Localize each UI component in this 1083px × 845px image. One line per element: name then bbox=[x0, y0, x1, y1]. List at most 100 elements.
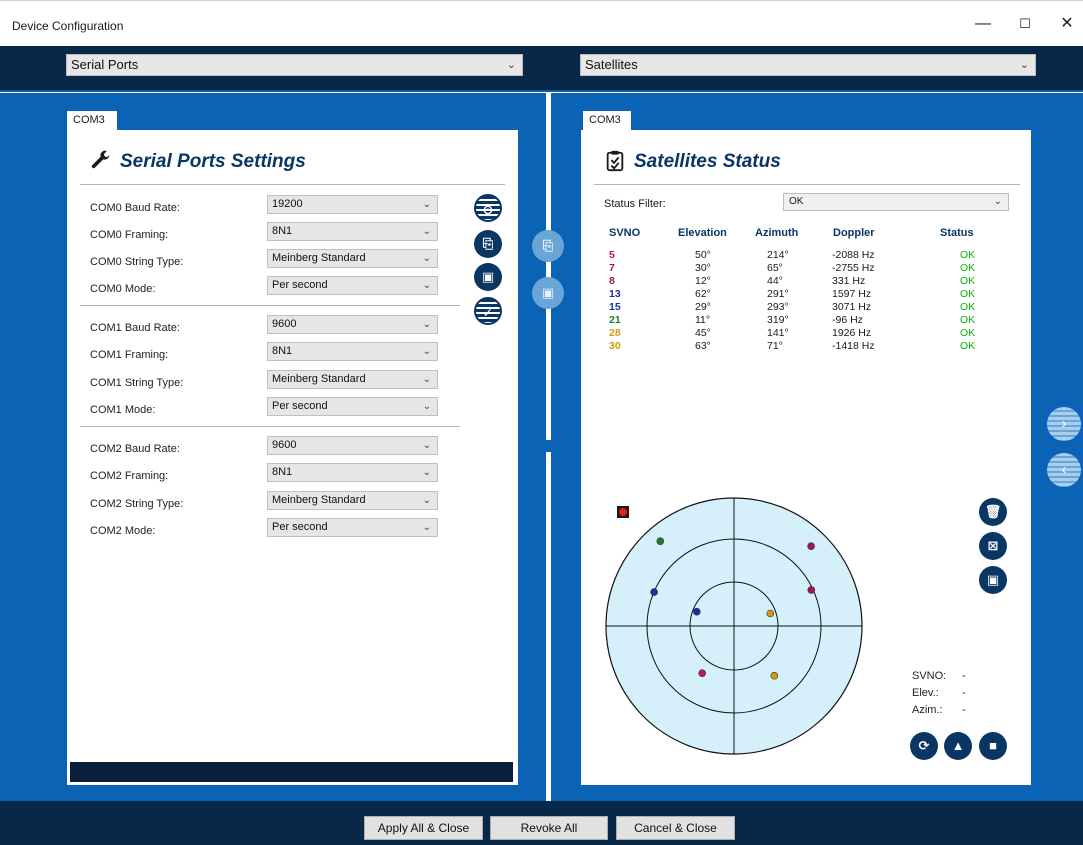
elevation-mask-icon[interactable]: ▲ bbox=[944, 732, 972, 760]
save-right-button[interactable]: ▣ bbox=[532, 277, 564, 309]
status-cell: OK bbox=[960, 327, 976, 339]
azimuth-cell: 214° bbox=[767, 249, 789, 261]
splitter-gap bbox=[546, 440, 551, 452]
azimuth-cell: 319° bbox=[767, 314, 789, 326]
satellite-dot-5[interactable] bbox=[698, 669, 706, 677]
cancel-close-button[interactable]: Cancel & Close bbox=[616, 816, 735, 840]
svno-cell: 13 bbox=[609, 288, 621, 300]
setting-select[interactable]: Meinberg Standard ⌄ bbox=[267, 249, 438, 268]
load-config-button[interactable]: ⎘ bbox=[474, 230, 502, 258]
doppler-cell: 3071 Hz bbox=[832, 301, 872, 313]
setting-select[interactable]: 19200 ⌄ bbox=[267, 195, 438, 214]
minimize-button[interactable]: — bbox=[968, 11, 998, 37]
setting-select[interactable]: Meinberg Standard ⌄ bbox=[267, 491, 438, 510]
setting-label: COM1 Framing: bbox=[90, 349, 169, 361]
apply-all-close-button[interactable]: Apply All & Close bbox=[364, 816, 483, 840]
setting-select-value: 8N1 bbox=[272, 225, 293, 237]
azimuth-cell: 291° bbox=[767, 288, 789, 300]
satellite-dot-15[interactable] bbox=[650, 588, 658, 596]
device-configuration-window: Device Configuration — ☐ ✕ Serial Ports … bbox=[0, 0, 1083, 845]
save-config-button[interactable]: ▣ bbox=[474, 263, 502, 291]
chevron-down-icon: ⌄ bbox=[993, 196, 1002, 207]
chevron-down-icon: ⌄ bbox=[422, 374, 431, 385]
divider bbox=[80, 305, 460, 306]
save-plot-button[interactable]: ▣ bbox=[979, 566, 1007, 594]
setting-select[interactable]: Per second ⌄ bbox=[267, 518, 438, 537]
doppler-cell: -2755 Hz bbox=[832, 262, 875, 274]
status-cell: OK bbox=[960, 275, 976, 287]
legend-azim-value: - bbox=[962, 704, 966, 716]
satellite-dot-8[interactable] bbox=[807, 542, 815, 551]
setting-select[interactable]: 8N1 ⌄ bbox=[267, 342, 438, 361]
window-title: Device Configuration bbox=[12, 19, 124, 33]
close-button[interactable]: ✕ bbox=[1052, 11, 1082, 37]
read-config-button[interactable]: ⊙ bbox=[474, 194, 502, 222]
satellite-dot-30[interactable] bbox=[766, 609, 775, 618]
status-filter-value: OK bbox=[789, 196, 804, 207]
satellite-dot-21[interactable] bbox=[656, 537, 665, 546]
satellites-status-title: Satellites Status bbox=[634, 151, 781, 172]
elevation-cell: 12° bbox=[695, 275, 711, 287]
status-filter-select[interactable]: OK ⌄ bbox=[783, 193, 1009, 211]
setting-select[interactable]: 9600 ⌄ bbox=[267, 436, 438, 455]
setting-label: COM0 String Type: bbox=[90, 256, 184, 268]
doppler-cell: -1418 Hz bbox=[832, 340, 875, 352]
setting-select[interactable]: Per second ⌄ bbox=[267, 397, 438, 416]
satellite-dot-7[interactable] bbox=[807, 586, 816, 594]
setting-select-value: Meinberg Standard bbox=[272, 252, 366, 264]
setting-select[interactable]: Per second ⌄ bbox=[267, 276, 438, 295]
chevron-down-icon: ⌄ bbox=[1019, 59, 1029, 71]
setting-select[interactable]: Meinberg Standard ⌄ bbox=[267, 370, 438, 389]
setting-label: COM2 String Type: bbox=[90, 498, 184, 510]
column-header-status: Status bbox=[940, 227, 974, 239]
column-header-azimuth: Azimuth bbox=[755, 227, 799, 239]
setting-select-value: Meinberg Standard bbox=[272, 494, 366, 506]
elevation-cell: 63° bbox=[695, 340, 711, 352]
trash-icon[interactable]: 🗑 bbox=[979, 498, 1007, 526]
azimuth-cell: 293° bbox=[767, 301, 789, 313]
setting-label: COM2 Framing: bbox=[90, 470, 169, 482]
setting-select-value: Per second bbox=[272, 521, 328, 533]
satellite-dot-28[interactable] bbox=[770, 671, 779, 680]
tab-com3-right[interactable]: COM3 bbox=[583, 111, 631, 131]
chevron-down-icon: ⌄ bbox=[422, 226, 431, 237]
left-view-select-value: Serial Ports bbox=[71, 57, 139, 72]
legend-svno-value: - bbox=[962, 670, 966, 682]
chevron-down-icon: ⌄ bbox=[422, 253, 431, 264]
elevation-cell: 50° bbox=[695, 249, 711, 261]
chevron-down-icon: ⌄ bbox=[422, 440, 431, 451]
azimuth-cell: 44° bbox=[767, 275, 783, 287]
chevron-down-icon: ⌄ bbox=[422, 522, 431, 533]
stop-plot-icon[interactable]: ■ bbox=[979, 732, 1007, 760]
svno-cell: 21 bbox=[609, 314, 621, 326]
refresh-plot-icon[interactable]: ⟳ bbox=[910, 732, 938, 760]
column-header-doppler: Doppler bbox=[833, 227, 875, 239]
fit-view-icon[interactable]: ⊠ bbox=[979, 532, 1007, 560]
apply-config-button[interactable]: ✓ bbox=[474, 297, 502, 325]
doppler-cell: 331 Hz bbox=[832, 275, 866, 287]
svno-cell: 8 bbox=[609, 275, 615, 287]
prev-page-icon[interactable]: ‹ bbox=[1047, 453, 1081, 487]
right-view-select[interactable]: Satellites ⌄ bbox=[580, 54, 1036, 76]
next-page-icon[interactable]: › bbox=[1047, 407, 1081, 441]
left-view-select[interactable]: Serial Ports ⌄ bbox=[66, 54, 523, 76]
setting-select-value: 8N1 bbox=[272, 345, 293, 357]
svno-cell: 15 bbox=[609, 301, 621, 313]
setting-select-value: Per second bbox=[272, 400, 328, 412]
setting-select[interactable]: 8N1 ⌄ bbox=[267, 222, 438, 241]
copy-right-button[interactable]: ⎘ bbox=[532, 230, 564, 262]
satellite-dot-13[interactable] bbox=[693, 607, 701, 616]
setting-label: COM2 Mode: bbox=[90, 525, 156, 537]
sky-plot bbox=[605, 497, 863, 755]
chevron-down-icon: ⌄ bbox=[422, 199, 431, 210]
elevation-cell: 11° bbox=[695, 314, 711, 326]
status-cell: OK bbox=[960, 301, 976, 313]
wrench-icon bbox=[91, 150, 110, 169]
tab-com3-left[interactable]: COM3 bbox=[67, 111, 117, 131]
setting-select[interactable]: 9600 ⌄ bbox=[267, 315, 438, 334]
revoke-all-button[interactable]: Revoke All bbox=[490, 816, 608, 840]
setting-select[interactable]: 8N1 ⌄ bbox=[267, 463, 438, 482]
doppler-cell: -96 Hz bbox=[832, 314, 863, 326]
maximize-button[interactable]: ☐ bbox=[1010, 11, 1040, 37]
legend-elev-label: Elev.: bbox=[912, 687, 939, 699]
